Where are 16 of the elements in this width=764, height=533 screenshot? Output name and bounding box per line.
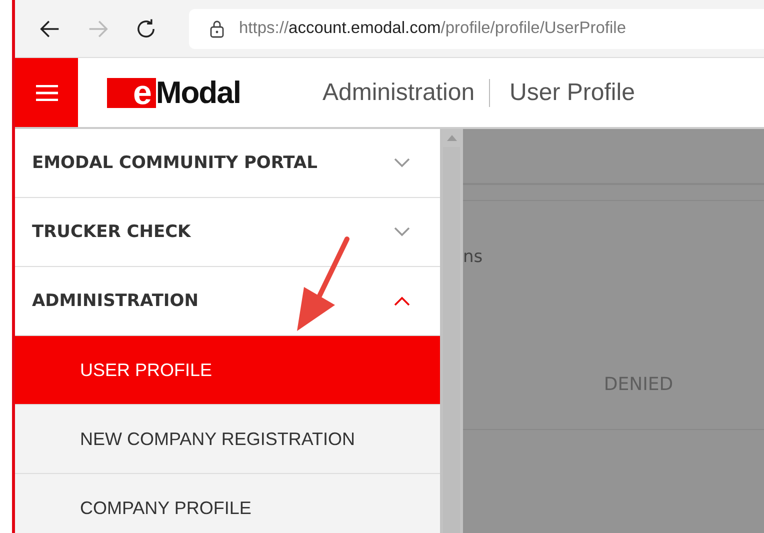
menu-section[interactable]: TRUCKER CHECK [15, 198, 440, 267]
chevron-down-icon [394, 227, 410, 237]
logo-text: Modal [156, 74, 240, 110]
chevron-up-icon [394, 296, 410, 306]
menu-section[interactable]: EMODAL COMMUNITY PORTAL [15, 129, 440, 198]
menu-section[interactable]: ADMINISTRATION [15, 267, 440, 336]
page-title: User Profile [488, 78, 649, 106]
menu-item[interactable]: USER PROFILE [15, 336, 440, 405]
address-bar[interactable]: https://account.emodal.com/profile/profile/UserProfile [189, 8, 764, 48]
menu-icon [36, 84, 58, 100]
url-text: https://account.emodal.com/profile/profile/UserProfile [239, 19, 626, 38]
menu-button[interactable] [15, 58, 78, 127]
section-title: Administration [322, 78, 476, 106]
logo-mark: e [107, 78, 156, 108]
chevron-down-icon [394, 158, 410, 168]
partial-text: ns [463, 247, 483, 267]
